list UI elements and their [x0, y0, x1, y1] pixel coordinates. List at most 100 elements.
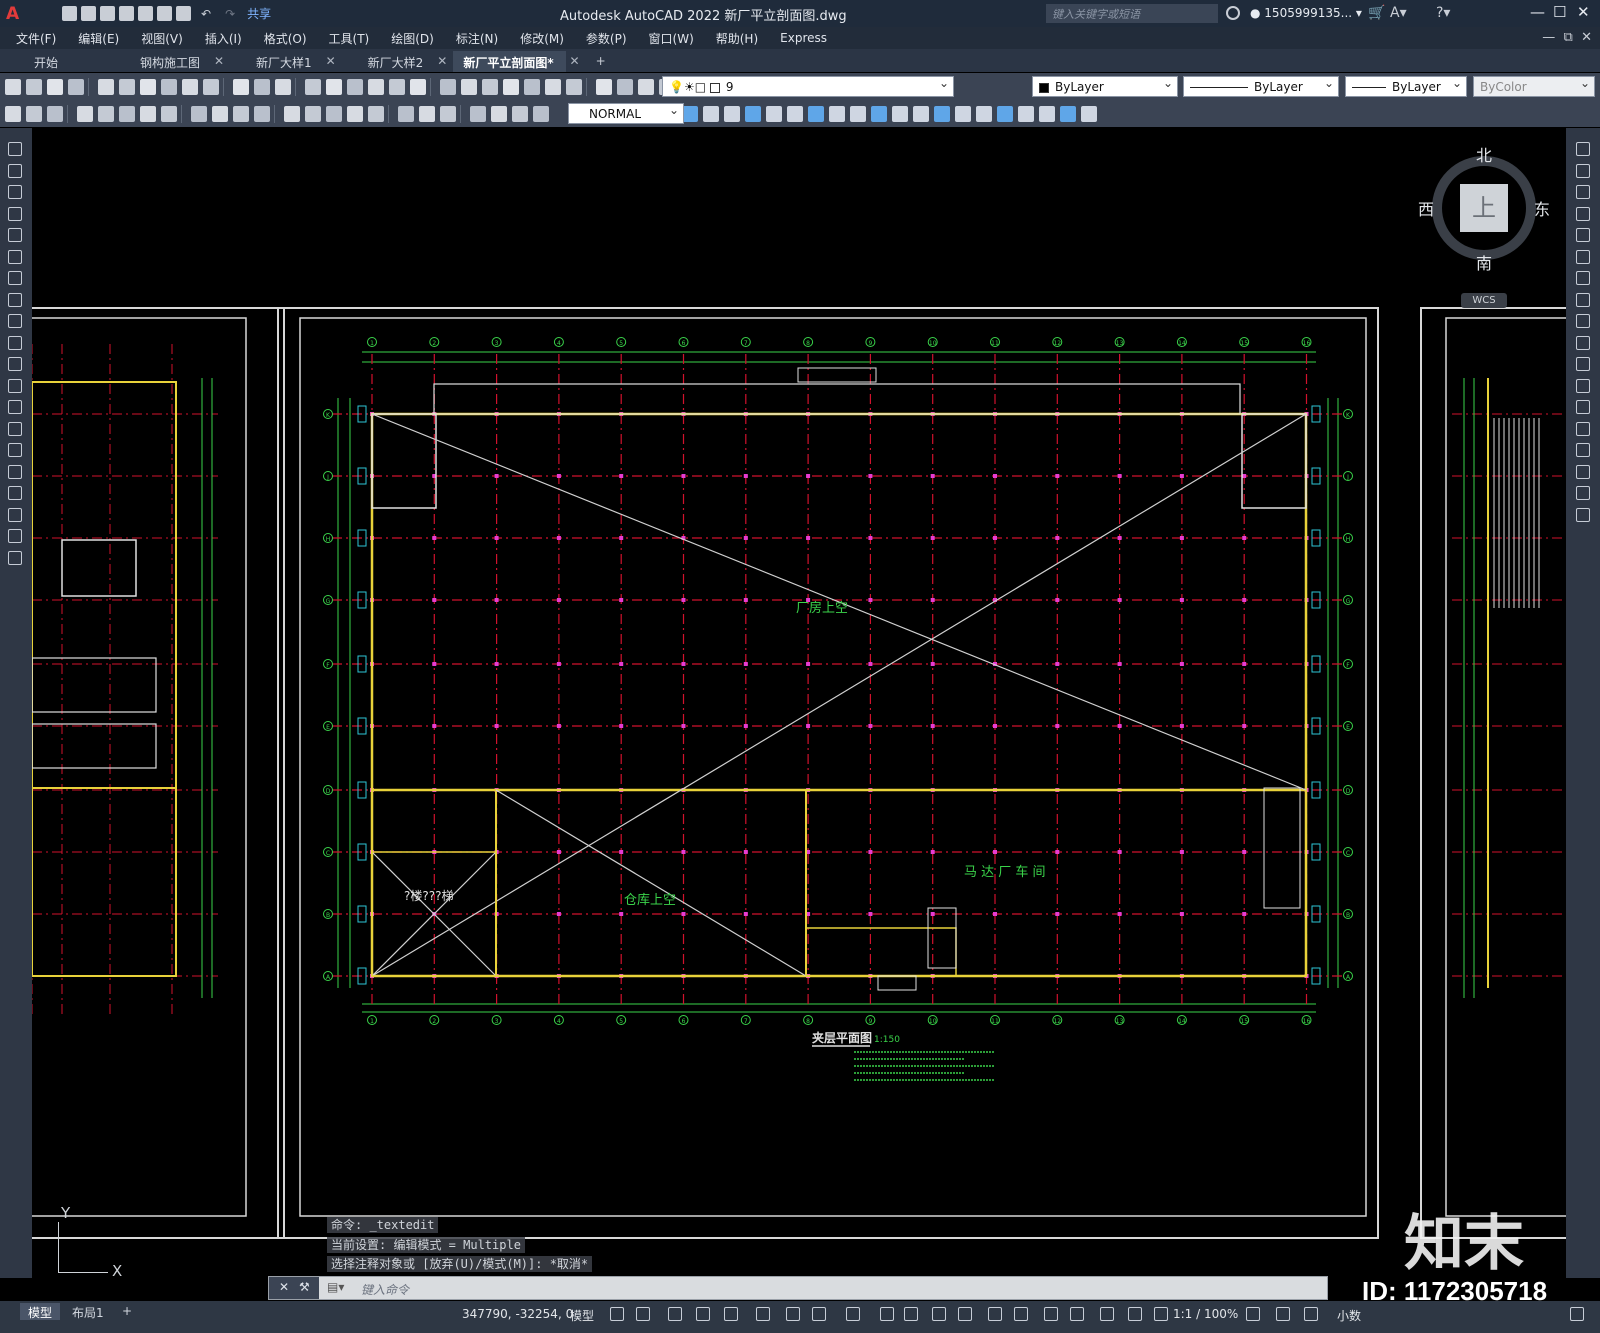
modify-tool-icon[interactable] — [808, 105, 824, 122]
toolbar-tool-icon[interactable] — [140, 105, 156, 122]
status-toggle-icon[interactable] — [846, 1307, 860, 1321]
toolbar-tool-icon[interactable] — [638, 78, 654, 95]
modify-tool-icon[interactable] — [871, 105, 887, 122]
viewcube-top-face[interactable]: 上 — [1460, 184, 1508, 232]
palette-tool-icon[interactable] — [1576, 400, 1590, 414]
toolbar-tool-icon[interactable] — [140, 78, 156, 95]
close-icon[interactable]: ✕ — [570, 54, 580, 68]
modify-tool-icon[interactable] — [829, 105, 845, 122]
model-space-toggle[interactable]: 模型 — [570, 1307, 594, 1324]
status-toggle-icon[interactable] — [812, 1307, 826, 1321]
toolbar-tool-icon[interactable] — [305, 105, 321, 122]
palette-tool-icon[interactable] — [8, 292, 22, 307]
status-toggle-icon[interactable] — [1044, 1307, 1058, 1321]
cart-icon[interactable]: 🛒 — [1368, 5, 1385, 21]
status-toggle-icon[interactable] — [756, 1307, 770, 1321]
toolbar-tool-icon[interactable] — [503, 78, 519, 95]
palette-tool-icon[interactable] — [8, 163, 22, 178]
text-style-dropdown[interactable]: NORMAL — [568, 103, 684, 124]
menu-help[interactable]: 帮助(H) — [716, 30, 758, 47]
toolbar-tool-icon[interactable] — [326, 78, 342, 95]
palette-tool-icon[interactable] — [1576, 464, 1590, 479]
palette-tool-icon[interactable] — [8, 271, 22, 285]
tab-steel-drawings[interactable]: 钢构施工图 ✕ — [114, 51, 224, 72]
palette-tool-icon[interactable] — [1576, 206, 1590, 221]
status-toggle-icon[interactable] — [1304, 1307, 1318, 1321]
status-toggle-icon[interactable] — [880, 1307, 894, 1321]
palette-tool-icon[interactable] — [8, 529, 22, 543]
redo-icon[interactable]: ↷ — [225, 7, 235, 21]
command-line[interactable]: ✕ ⚒ ▤▾ 键入命令 — [268, 1276, 1328, 1300]
palette-tool-icon[interactable] — [1576, 292, 1590, 307]
palette-tool-icon[interactable] — [1576, 185, 1590, 199]
autodesk-app-icon[interactable]: A▾ — [1390, 5, 1407, 21]
toolbar-tool-icon[interactable] — [119, 78, 135, 95]
toolbar-tool-icon[interactable] — [212, 105, 228, 122]
toolbar-tool-icon[interactable] — [77, 105, 93, 122]
palette-tool-icon[interactable] — [1576, 443, 1590, 457]
toolbar-tool-icon[interactable] — [98, 78, 114, 95]
color-dropdown[interactable]: ByLayer — [1032, 76, 1178, 97]
lineweight-dropdown[interactable]: ByLayer — [1345, 76, 1467, 97]
modify-tool-icon[interactable] — [892, 105, 908, 122]
toolbar-tool-icon[interactable] — [461, 78, 477, 95]
plotstyle-dropdown[interactable]: ByColor — [1473, 76, 1595, 97]
drawing-canvas[interactable]: 1 1 2 2 3 3 4 4 5 5 6 6 7 7 8 8 9 9 10 10 11 11 12 12 13 13 14 14 15… — [32, 128, 1566, 1278]
palette-tool-icon[interactable] — [1576, 421, 1590, 436]
palette-tool-icon[interactable] — [8, 378, 22, 393]
status-toggle-icon[interactable] — [1100, 1307, 1114, 1321]
palette-tool-icon[interactable] — [8, 357, 22, 371]
palette-tool-icon[interactable] — [8, 185, 22, 199]
toolbar-tool-icon[interactable] — [5, 105, 21, 122]
modify-tool-icon[interactable] — [703, 105, 719, 122]
toolbar-tool-icon[interactable] — [347, 78, 363, 95]
menu-modify[interactable]: 修改(M) — [520, 30, 564, 47]
toolbar-tool-icon[interactable] — [596, 78, 612, 95]
save-web-icon[interactable] — [157, 6, 172, 21]
new-file-icon[interactable] — [62, 6, 77, 21]
toolbar-tool-icon[interactable] — [203, 78, 219, 95]
modify-tool-icon[interactable] — [745, 105, 761, 122]
modify-tool-icon[interactable] — [955, 105, 971, 122]
model-tab[interactable]: 模型 — [20, 1303, 61, 1320]
wcs-menu[interactable]: WCS — [1461, 293, 1507, 308]
status-toggle-icon[interactable] — [1276, 1307, 1290, 1321]
toolbar-tool-icon[interactable] — [254, 105, 270, 122]
toolbar-tool-icon[interactable] — [398, 105, 414, 122]
toolbar-tool-icon[interactable] — [368, 78, 384, 95]
palette-tool-icon[interactable] — [8, 400, 22, 414]
status-toggle-icon[interactable] — [668, 1307, 682, 1321]
toolbar-tool-icon[interactable] — [161, 105, 177, 122]
toolbar-tool-icon[interactable] — [233, 105, 249, 122]
menu-dimension[interactable]: 标注(N) — [456, 30, 498, 47]
toolbar-tool-icon[interactable] — [482, 78, 498, 95]
status-toggle-icon[interactable] — [1570, 1307, 1584, 1321]
palette-tool-icon[interactable] — [1576, 335, 1590, 350]
palette-tool-icon[interactable] — [1576, 486, 1590, 500]
document-window-controls[interactable]: — ⧉ ✕ — [1542, 30, 1592, 45]
status-toggle-icon[interactable] — [904, 1307, 918, 1321]
toolbar-tool-icon[interactable] — [410, 78, 426, 95]
toolbar-tool-icon[interactable] — [566, 78, 582, 95]
palette-tool-icon[interactable] — [8, 206, 22, 221]
open-web-icon[interactable] — [138, 6, 153, 21]
palette-tool-icon[interactable] — [1576, 378, 1590, 393]
open-file-icon[interactable] — [81, 6, 96, 21]
palette-tool-icon[interactable] — [1576, 271, 1590, 285]
command-input[interactable]: 键入命令 — [361, 1281, 409, 1298]
palette-tool-icon[interactable] — [8, 486, 22, 500]
toolbar-tool-icon[interactable] — [26, 78, 42, 95]
toolbar-tool-icon[interactable] — [389, 78, 405, 95]
palette-tool-icon[interactable] — [8, 464, 22, 479]
toolbar-tool-icon[interactable] — [254, 78, 270, 95]
compass-east[interactable]: 东 — [1534, 196, 1550, 220]
compass-north[interactable]: 北 — [1476, 142, 1492, 166]
save-as-icon[interactable] — [119, 6, 134, 21]
palette-tool-icon[interactable] — [1576, 142, 1590, 156]
undo-icon[interactable]: ↶ — [201, 7, 211, 21]
palette-tool-icon[interactable] — [1576, 228, 1590, 242]
menu-insert[interactable]: 插入(I) — [205, 30, 242, 47]
save-icon[interactable] — [100, 6, 115, 21]
autocad-logo-icon[interactable]: A — [6, 5, 24, 23]
palette-tool-icon[interactable] — [1576, 507, 1590, 522]
